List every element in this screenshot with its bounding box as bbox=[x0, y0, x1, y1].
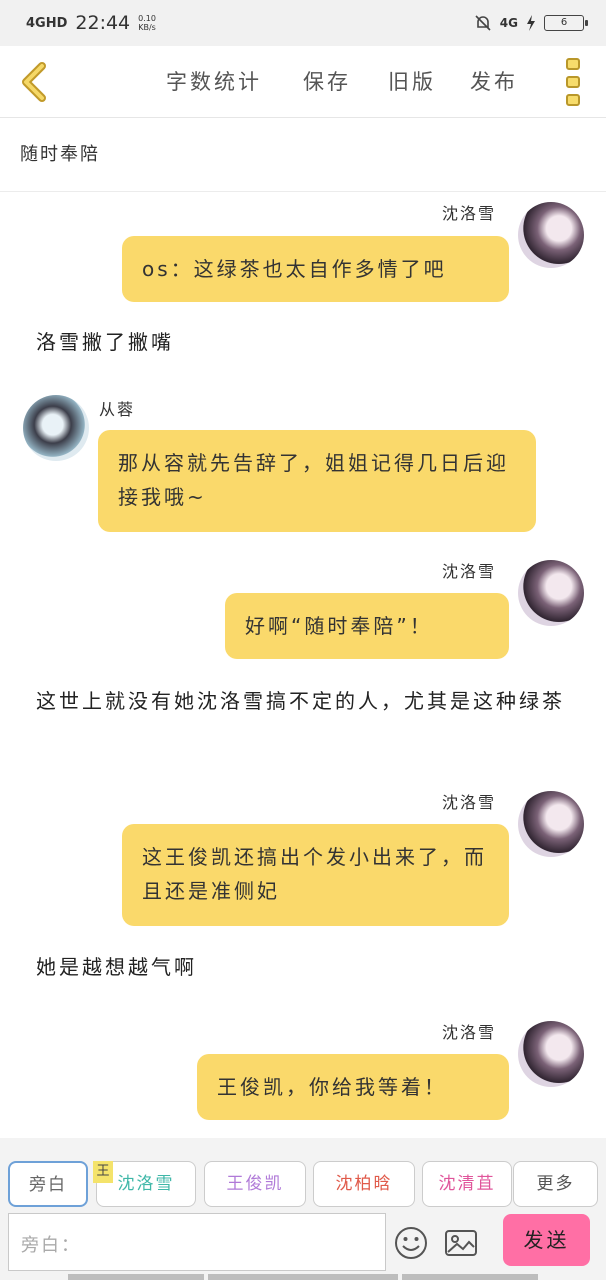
more-characters-button[interactable]: 更多 bbox=[513, 1161, 598, 1207]
battery-icon: 6 bbox=[544, 15, 588, 31]
narration-text[interactable]: 洛雪撇了撇嘴 bbox=[36, 325, 174, 359]
sender-name: 沈洛雪 bbox=[442, 562, 497, 581]
narration-text[interactable]: 她是越想越气啊 bbox=[36, 950, 197, 984]
character-chip-wang-junkai[interactable]: 王俊凯 bbox=[204, 1161, 306, 1207]
editor-toolbar: 字数统计 保存 旧版 发布 bbox=[0, 46, 606, 118]
nav-bar bbox=[208, 1274, 398, 1280]
back-arrow-icon[interactable] bbox=[14, 60, 54, 104]
chapter-title[interactable]: 随时奉陪 bbox=[0, 118, 606, 192]
save-button[interactable]: 保存 bbox=[303, 66, 351, 96]
chat-bubble[interactable]: os：这绿茶也太自作多情了吧 bbox=[122, 236, 509, 302]
chat-bubble[interactable]: 这王俊凯还搞出个发小出来了，而且还是准侧妃 bbox=[122, 824, 509, 926]
chat-bubble[interactable]: 好啊“随时奉陪”！ bbox=[225, 593, 509, 659]
avatar[interactable] bbox=[23, 395, 89, 461]
sender-name: 沈洛雪 bbox=[442, 793, 497, 812]
nav-bar bbox=[68, 1274, 204, 1280]
character-chip-shen-qingju[interactable]: 沈清苴 bbox=[422, 1161, 512, 1207]
avatar[interactable] bbox=[518, 791, 584, 857]
mute-icon bbox=[475, 15, 491, 31]
character-chip-narrator[interactable]: 旁白 bbox=[8, 1161, 88, 1207]
image-icon[interactable] bbox=[443, 1225, 479, 1261]
chat-bubble[interactable]: 那从容就先告辞了，姐姐记得几日后迎接我哦~ bbox=[98, 430, 536, 532]
nav-bar bbox=[402, 1274, 538, 1280]
sender-name: 沈洛雪 bbox=[442, 204, 497, 223]
network-indicator: 4GHD bbox=[26, 15, 68, 31]
avatar[interactable] bbox=[518, 1021, 584, 1087]
avatar[interactable] bbox=[518, 202, 584, 268]
character-chip-shen-baihan[interactable]: 沈柏晗 bbox=[313, 1161, 415, 1207]
chat-bubble[interactable]: 王俊凯，你给我等着！ bbox=[197, 1054, 509, 1120]
avatar[interactable] bbox=[518, 560, 584, 626]
network-right: 4G bbox=[499, 16, 518, 30]
word-count-button[interactable]: 字数统计 bbox=[166, 66, 262, 96]
clock: 22:44 bbox=[75, 12, 131, 34]
sender-name: 沈洛雪 bbox=[442, 1023, 497, 1042]
more-menu-icon[interactable] bbox=[566, 58, 582, 106]
old-version-button[interactable]: 旧版 bbox=[388, 66, 436, 96]
emoji-icon[interactable] bbox=[393, 1225, 429, 1261]
status-bar: 4GHD 22:44 0.10 KB/s 4G 6 bbox=[0, 0, 606, 46]
narration-text[interactable]: 这世上就没有她沈洛雪搞不定的人，尤其是这种绿茶 bbox=[36, 684, 576, 718]
sender-name: 从蓉 bbox=[99, 400, 136, 419]
net-speed: 0.10 KB/s bbox=[138, 14, 156, 32]
send-button[interactable]: 发送 bbox=[503, 1214, 590, 1266]
message-input[interactable]: 旁白： bbox=[8, 1213, 386, 1271]
main-character-badge: 王 bbox=[93, 1161, 113, 1183]
charging-icon bbox=[527, 15, 535, 31]
publish-button[interactable]: 发布 bbox=[470, 66, 518, 96]
